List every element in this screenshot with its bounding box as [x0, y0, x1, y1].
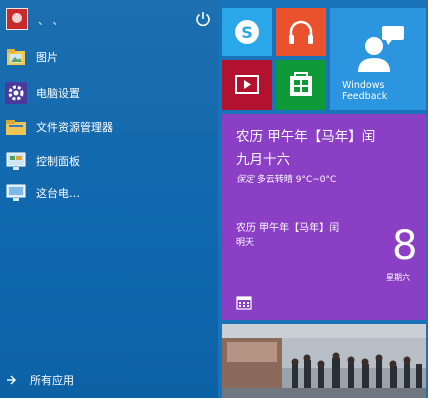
svg-text:S: S: [241, 23, 253, 42]
menu-item-label: 电脑设置: [36, 87, 80, 100]
lunar-date-small: 农历 甲午年【马年】闰: [236, 223, 340, 234]
menu-item-label: 这台电…: [36, 187, 80, 200]
menu-item-label: 图片: [36, 51, 58, 64]
tomorrow-label: 明天: [236, 238, 255, 248]
menu-item-this-pc[interactable]: 这台电…: [4, 180, 204, 206]
calendar-tile[interactable]: 农历 甲午年【马年】闰 九月十六 保定 多云转晴 9°C~0°C 农历 甲午年【…: [222, 114, 426, 320]
weather-location: 保定: [236, 175, 255, 185]
file-explorer-icon: [4, 115, 28, 139]
user-name[interactable]: 、 、: [38, 12, 64, 28]
control-panel-icon: [4, 149, 28, 173]
menu-item-pc-settings[interactable]: 电脑设置: [4, 80, 204, 106]
menu-item-control-panel[interactable]: 控制面板: [4, 148, 204, 174]
weather-line: 保定 多云转晴 9°C~0°C: [236, 172, 336, 185]
all-apps-button[interactable]: 所有应用: [6, 370, 74, 389]
video-icon: [235, 75, 259, 94]
weather-text: 多云转晴 9°C~0°C: [256, 175, 337, 185]
store-icon: [290, 72, 312, 96]
menu-item-pictures[interactable]: 图片: [4, 44, 204, 70]
start-menu: 、 、 图片 电脑设置 文件资源管理器 控制面板 这台电… 所有应用 S Win…: [0, 0, 428, 398]
feedback-person-icon: [358, 26, 404, 72]
skype-icon: S: [235, 20, 259, 44]
photos-tile[interactable]: [222, 324, 426, 398]
day-number: 8: [392, 223, 418, 269]
pictures-folder-icon: [4, 45, 28, 69]
user-avatar[interactable]: [6, 8, 28, 30]
lunar-date-line2: 九月十六: [236, 152, 290, 168]
menu-item-file-explorer[interactable]: 文件资源管理器: [4, 114, 204, 140]
this-pc-icon: [4, 181, 28, 205]
user-row: 、 、: [6, 8, 212, 32]
store-tile[interactable]: [276, 60, 326, 110]
lunar-date-line1: 农历 甲午年【马年】闰: [236, 129, 376, 145]
headphones-icon: [289, 20, 313, 44]
menu-item-label: 文件资源管理器: [36, 121, 113, 134]
menu-item-label: 控制面板: [36, 155, 80, 168]
skype-tile[interactable]: S: [222, 8, 272, 56]
feedback-label: Windows Feedback: [342, 80, 387, 102]
settings-gear-icon: [4, 81, 28, 105]
photo-image: [222, 324, 426, 398]
windows-feedback-tile[interactable]: Windows Feedback: [330, 8, 426, 110]
music-tile[interactable]: [276, 8, 326, 56]
all-apps-label: 所有应用: [30, 373, 74, 387]
feedback-label-line2: Feedback: [342, 91, 388, 102]
video-tile[interactable]: [222, 60, 272, 110]
calendar-icon: [236, 296, 252, 310]
start-left-pane: 、 、 图片 电脑设置 文件资源管理器 控制面板 这台电… 所有应用: [0, 0, 218, 398]
feedback-label-line1: Windows: [342, 80, 385, 91]
power-icon[interactable]: [194, 10, 212, 28]
arrow-right-icon: [6, 370, 16, 389]
weekday-label: 星期六: [386, 273, 410, 282]
